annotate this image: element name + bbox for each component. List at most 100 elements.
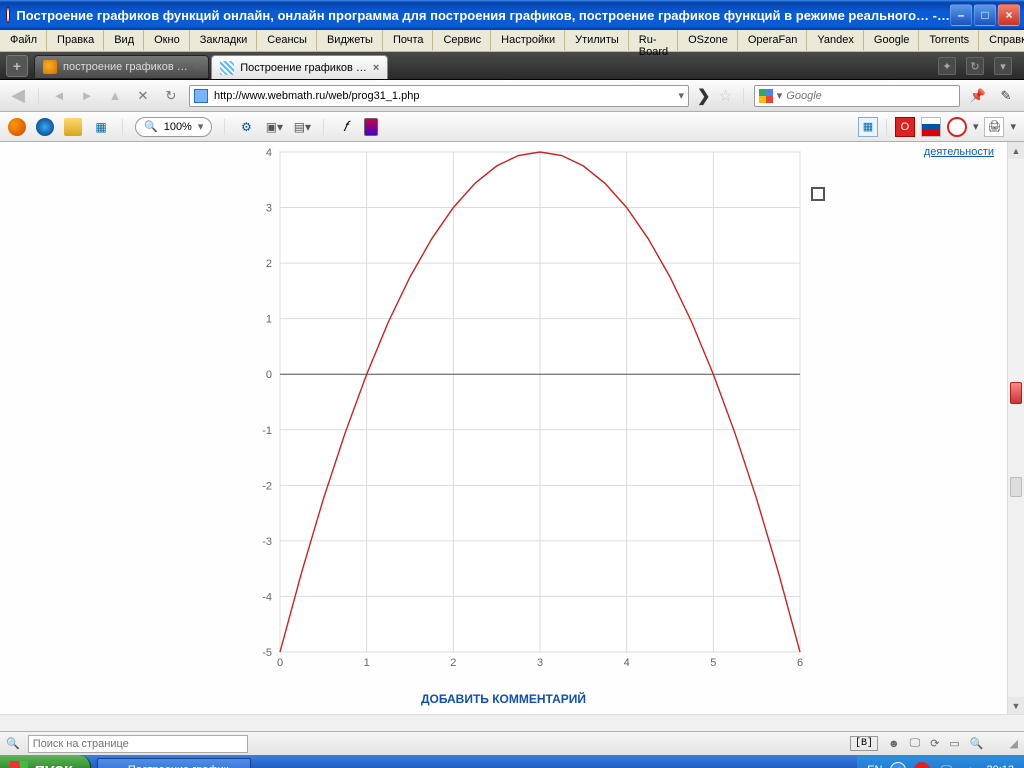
tool-dropdown-3[interactable]: ▾ bbox=[973, 120, 979, 133]
menu-torrents[interactable]: Torrents bbox=[919, 30, 979, 51]
scroll-up-icon[interactable]: ▲ bbox=[1008, 142, 1024, 159]
tool-dropdown-1[interactable]: ▣▾ bbox=[265, 118, 283, 136]
window-title-bar: Построение графиков функций онлайн, онла… bbox=[0, 0, 1024, 30]
horizontal-scrollbar[interactable] bbox=[0, 714, 1024, 731]
google-engine-icon[interactable] bbox=[759, 89, 773, 103]
zoom-value: 100% bbox=[164, 121, 192, 133]
bookmark-star-icon[interactable]: ☆ bbox=[718, 86, 732, 106]
window-minimize-button[interactable]: – bbox=[950, 4, 972, 26]
search-input[interactable] bbox=[786, 90, 955, 102]
up-button[interactable]: ▲ bbox=[105, 86, 125, 106]
svg-text:-1: -1 bbox=[262, 425, 272, 437]
tray-opera-icon[interactable] bbox=[914, 762, 930, 768]
scrollbar-thumb[interactable] bbox=[1010, 477, 1022, 497]
search-dropdown-icon[interactable]: ▾ bbox=[777, 89, 783, 102]
tool-icon-1[interactable]: ⚙ bbox=[237, 118, 255, 136]
menu-window[interactable]: Окно bbox=[144, 30, 190, 51]
url-input[interactable] bbox=[214, 90, 672, 102]
menu-oszone[interactable]: OSzone bbox=[678, 30, 738, 51]
star-icon[interactable]: ✦ bbox=[938, 57, 956, 75]
page-icon[interactable]: ▦ bbox=[858, 117, 878, 137]
menu-bar: Файл Правка Вид Окно Закладки Сеансы Вид… bbox=[0, 30, 1024, 52]
status-sync-icon[interactable]: ⟳ bbox=[930, 737, 939, 750]
menu-google[interactable]: Google bbox=[864, 30, 919, 51]
find-in-page[interactable] bbox=[28, 735, 248, 753]
zoom-control[interactable]: 🔍 100% ▾ bbox=[135, 117, 212, 137]
menu-bookmarks[interactable]: Закладки bbox=[190, 30, 258, 51]
svg-text:3: 3 bbox=[537, 657, 543, 669]
close-tab-icon[interactable]: × bbox=[194, 61, 200, 73]
tool-icon-wand[interactable]: 𝑓 bbox=[336, 118, 354, 136]
resize-grip-icon[interactable]: ◢ bbox=[1010, 737, 1018, 750]
opera-red-icon[interactable]: O bbox=[895, 117, 915, 137]
status-face-icon[interactable]: ☻ bbox=[888, 738, 900, 750]
legend-checkbox[interactable] bbox=[811, 187, 825, 201]
tray-clock[interactable]: 20:13 bbox=[986, 764, 1014, 768]
svg-text:0: 0 bbox=[277, 657, 283, 669]
status-kb[interactable]: [В] bbox=[850, 736, 878, 751]
window-close-button[interactable]: × bbox=[998, 4, 1020, 26]
menu-settings[interactable]: Настройки bbox=[491, 30, 565, 51]
tool-icon-color[interactable] bbox=[364, 118, 378, 136]
menu-utilities[interactable]: Утилиты bbox=[565, 30, 629, 51]
start-button[interactable]: пуск bbox=[0, 755, 91, 768]
find-input[interactable] bbox=[33, 738, 243, 750]
tray-lang[interactable]: EN bbox=[867, 764, 882, 768]
reload-button[interactable]: ↻ bbox=[161, 86, 181, 106]
window-maximize-button[interactable]: □ bbox=[974, 4, 996, 26]
forward-button[interactable]: ► bbox=[77, 86, 97, 106]
menu-operafan[interactable]: OperaFan bbox=[738, 30, 808, 51]
side-link[interactable]: деятельности bbox=[924, 146, 994, 158]
tabs-dropdown-icon[interactable]: ▾ bbox=[994, 57, 1012, 75]
tool-dropdown-2[interactable]: ▤▾ bbox=[293, 118, 311, 136]
find-icon[interactable]: 🔍 bbox=[6, 737, 20, 750]
tab-active[interactable]: Построение графиков … × bbox=[211, 55, 388, 79]
add-comment-link[interactable]: ДОБАВИТЬ КОММЕНТАРИЙ bbox=[0, 692, 1007, 706]
search-bar[interactable]: ▾ bbox=[754, 85, 960, 107]
back-button[interactable]: ◄ bbox=[49, 86, 69, 106]
status-monitor-icon[interactable]: 🖵 bbox=[910, 737, 921, 750]
pin-icon[interactable]: 📌 bbox=[968, 86, 988, 106]
menu-tools[interactable]: Сервис bbox=[433, 30, 491, 51]
menu-mail[interactable]: Почта bbox=[383, 30, 434, 51]
stop-button[interactable]: ✕ bbox=[133, 86, 153, 106]
svg-text:2: 2 bbox=[450, 657, 456, 669]
speed-dial-icon[interactable]: ▦ bbox=[92, 118, 110, 136]
tool-dropdown-4[interactable]: ▾ bbox=[1010, 120, 1016, 133]
tray-expand-icon[interactable]: ‹ bbox=[890, 762, 906, 768]
status-zoom-icon[interactable]: 🔍 bbox=[970, 737, 984, 750]
reload-tabs-icon[interactable]: ↻ bbox=[966, 57, 984, 75]
print-icon[interactable]: 🖨 bbox=[984, 117, 1004, 137]
wand-icon[interactable]: ✎ bbox=[996, 86, 1016, 106]
taskbar-app-opera[interactable]: Построение график… bbox=[97, 758, 251, 768]
menu-sessions[interactable]: Сеансы bbox=[257, 30, 317, 51]
opera-outline-icon[interactable] bbox=[947, 117, 967, 137]
menu-help[interactable]: Справка bbox=[979, 30, 1024, 51]
status-fit-icon[interactable]: ▭ bbox=[949, 737, 959, 750]
address-bar[interactable]: ▾ bbox=[189, 85, 689, 107]
flag-icon[interactable] bbox=[921, 117, 941, 137]
menu-ruboard[interactable]: Ru-Board bbox=[629, 30, 678, 51]
folder-icon[interactable] bbox=[64, 118, 82, 136]
zoom-dropdown-icon[interactable]: ▾ bbox=[198, 120, 204, 133]
windows-taskbar: пуск Построение график… EN ‹ 🖵 ⏏ 20:13 bbox=[0, 755, 1024, 768]
menu-file[interactable]: Файл bbox=[0, 30, 47, 51]
vertical-scrollbar[interactable]: ▲ ▼ bbox=[1007, 142, 1024, 714]
menu-edit[interactable]: Правка bbox=[47, 30, 104, 51]
new-tab-button[interactable]: + bbox=[6, 55, 28, 77]
tray-display-icon[interactable]: 🖵 bbox=[938, 762, 954, 768]
firefox-icon[interactable] bbox=[8, 118, 26, 136]
scroll-down-icon[interactable]: ▼ bbox=[1008, 697, 1024, 714]
globe-icon[interactable] bbox=[36, 118, 54, 136]
tray-removable-icon[interactable]: ⏏ bbox=[962, 762, 978, 768]
go-button[interactable]: ❯ bbox=[697, 86, 710, 106]
menu-widgets[interactable]: Виджеты bbox=[317, 30, 383, 51]
site-favicon-icon bbox=[194, 89, 208, 103]
menu-yandex[interactable]: Yandex bbox=[807, 30, 864, 51]
rewind-button[interactable]: ◀ bbox=[8, 86, 28, 106]
close-tab-icon[interactable]: × bbox=[373, 62, 379, 74]
tab-label: Построение графиков … bbox=[240, 62, 367, 74]
menu-view[interactable]: Вид bbox=[104, 30, 144, 51]
tab-inactive[interactable]: построение графиков … × bbox=[34, 55, 209, 79]
url-dropdown-icon[interactable]: ▾ bbox=[678, 89, 684, 102]
